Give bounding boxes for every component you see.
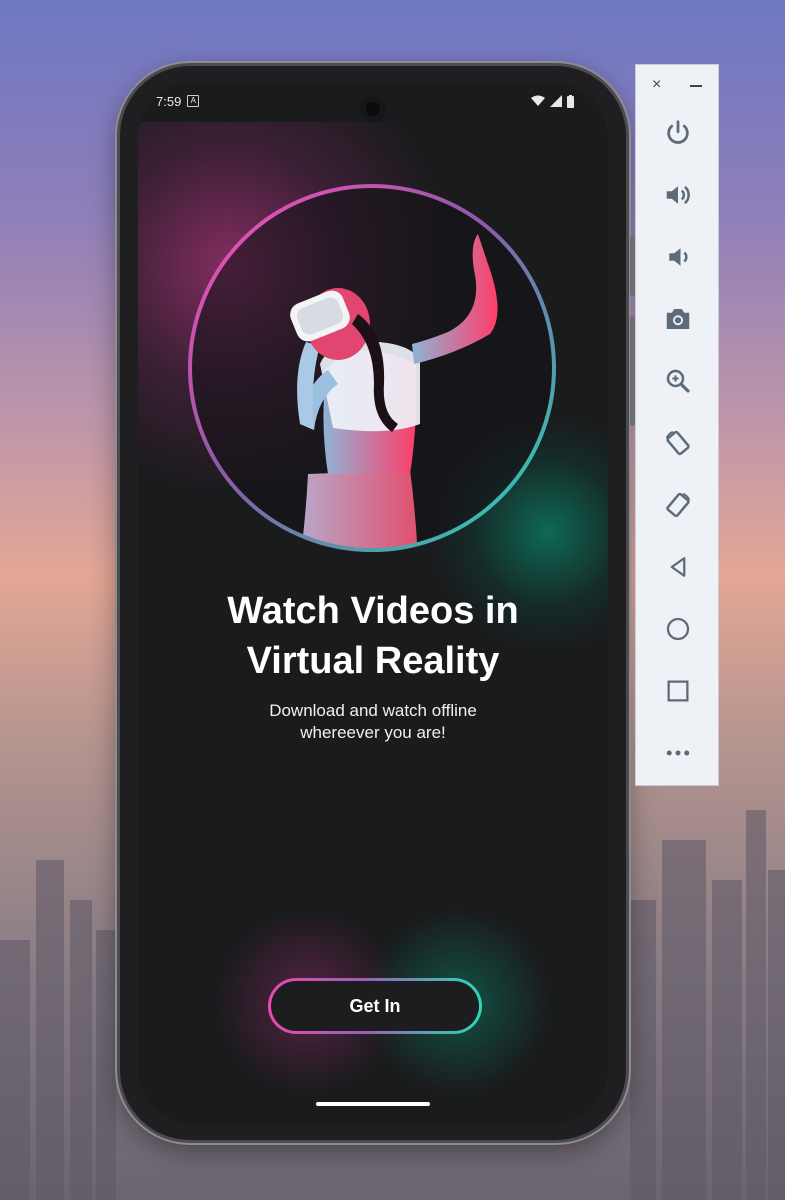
notification-a-icon: A bbox=[187, 95, 200, 107]
vr-hero-illustration bbox=[188, 184, 556, 552]
title-line-2: Virtual Reality bbox=[246, 640, 500, 682]
more-icon bbox=[666, 750, 690, 756]
subtitle-line-2: whereever you are! bbox=[300, 723, 446, 742]
wifi-icon bbox=[531, 95, 545, 106]
power-icon bbox=[667, 120, 689, 144]
close-icon[interactable]: × bbox=[652, 77, 661, 93]
get-in-button[interactable]: Get In bbox=[268, 978, 482, 1034]
overview-button[interactable] bbox=[656, 671, 700, 711]
rotate-left-button[interactable] bbox=[656, 423, 700, 463]
zoom-button[interactable] bbox=[656, 361, 700, 401]
screenshot-button[interactable] bbox=[656, 299, 700, 339]
volume-up-icon bbox=[666, 185, 690, 205]
volume-down-button[interactable] bbox=[656, 237, 700, 277]
rotate-right-icon bbox=[666, 492, 691, 518]
front-camera bbox=[360, 96, 386, 122]
overview-icon bbox=[667, 680, 689, 702]
back-button[interactable] bbox=[656, 547, 700, 587]
minimize-icon[interactable] bbox=[690, 77, 702, 93]
rotate-left-icon bbox=[665, 430, 690, 456]
phone-screen: 7:59 A Watch Videos in Virtual Reality D… bbox=[138, 82, 608, 1124]
title-line-1: Watch Videos in bbox=[227, 590, 519, 632]
back-icon bbox=[670, 557, 686, 577]
volume-up-button[interactable] bbox=[656, 175, 700, 215]
volume-down-icon bbox=[669, 248, 688, 266]
power-button[interactable] bbox=[656, 113, 700, 153]
signal-icon bbox=[550, 95, 562, 107]
emulator-toolbar: × bbox=[635, 64, 719, 786]
home-icon bbox=[666, 617, 690, 641]
phone-device-frame: 7:59 A Watch Videos in Virtual Reality D… bbox=[120, 66, 635, 1140]
more-button[interactable] bbox=[656, 733, 700, 773]
subtitle-line-1: Download and watch offline bbox=[269, 701, 477, 720]
battery-icon bbox=[567, 94, 574, 108]
rotate-right-button[interactable] bbox=[656, 485, 700, 525]
onboarding-subtitle: Download and watch offline whereever you… bbox=[138, 700, 608, 744]
gesture-home-bar[interactable] bbox=[316, 1102, 430, 1106]
camera-icon bbox=[666, 309, 690, 329]
onboarding-title: Watch Videos in Virtual Reality bbox=[138, 586, 608, 686]
zoom-icon bbox=[666, 369, 690, 393]
status-time: 7:59 bbox=[156, 93, 182, 109]
home-button[interactable] bbox=[656, 609, 700, 649]
